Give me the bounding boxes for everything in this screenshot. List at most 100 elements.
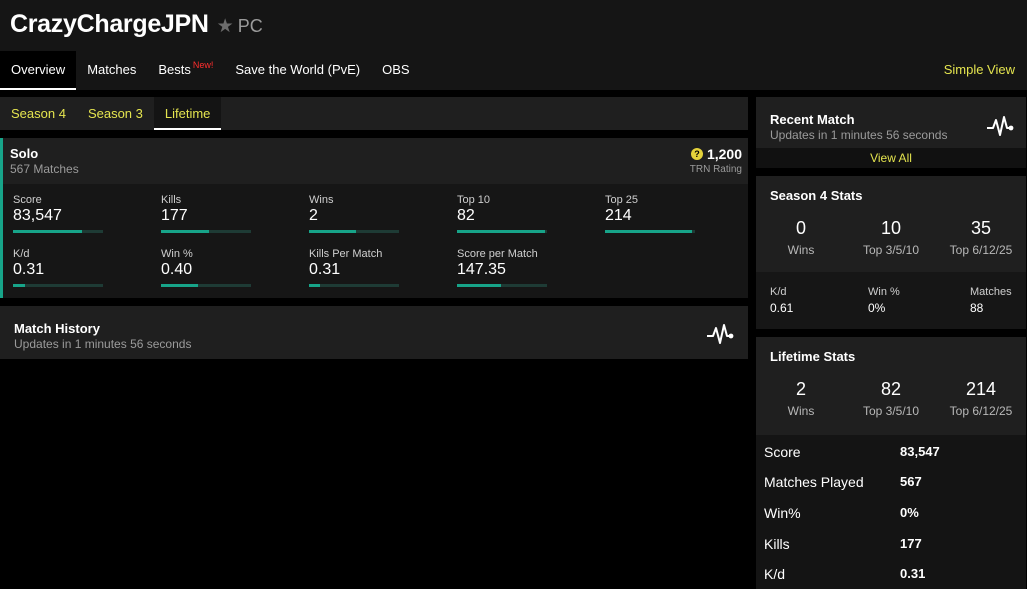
stat-top-25: Top 25 214 [605, 194, 715, 233]
lifetime-row-value: 0.31 [900, 566, 926, 581]
stat-bar [13, 230, 103, 233]
lifetime-row-matches-played: Matches Played 567 [764, 474, 922, 490]
small-stat-label: Matches [970, 286, 1012, 298]
season-4-stats-card: Season 4 Stats 0 Wins 10 Top 3/5/10 35 T… [756, 176, 1026, 329]
stat-bar-fill [13, 230, 83, 233]
big-stat-value: 10 [880, 218, 902, 238]
stat-label: Top 25 [605, 194, 639, 206]
stat-bar [13, 284, 103, 287]
star-icon[interactable]: ★ [217, 15, 234, 38]
stat-value: 82 [457, 207, 475, 224]
tab-season-3[interactable]: Season 3 [77, 97, 154, 130]
stat-kills: Kills 177 [161, 194, 271, 233]
trn-rating: ? 1,200 TRN Rating [690, 146, 742, 175]
stat-bar-fill [161, 230, 209, 233]
stat-bar-fill [457, 230, 546, 233]
stat-label: Kills [161, 194, 182, 206]
nav-overview[interactable]: Overview [0, 51, 77, 90]
small-stat-value: 0.61 [770, 301, 794, 315]
big-stat-label: Wins [787, 243, 815, 257]
profile-page: CrazyChargeJPN ★ PC Overview Matches Bes… [0, 0, 1027, 589]
recent-match-title: Recent Match [770, 112, 855, 127]
season-tabs: Season 4 Season 3 Lifetime [0, 97, 748, 130]
trn-rating-value: 1,200 [706, 146, 742, 162]
big-stat-label: Top 3/5/10 [862, 404, 920, 418]
stat-bar-fill [161, 284, 198, 287]
lifetime-row-value: 83,547 [900, 444, 940, 459]
lifetime-row-score: Score 83,547 [764, 444, 940, 460]
nav-bests[interactable]: Bests New! [147, 51, 224, 90]
stat-value: 147.35 [457, 261, 506, 278]
stat-label: Top 10 [457, 194, 491, 206]
platform-label: PC [237, 16, 263, 36]
stat-value: 0.31 [309, 261, 341, 278]
view-all-button[interactable]: View All [756, 148, 1026, 168]
match-history-title: Match History [14, 321, 100, 336]
lifetime-stats-list: Score 83,547 Matches Played 567 Win% 0% Kil… [756, 435, 1026, 589]
recent-match-card: Recent Match Updates in 1 minutes 56 sec… [756, 97, 1026, 168]
match-history-card[interactable]: Match History Updates in 1 minutes 56 se… [0, 306, 748, 359]
nav-bests-label: Bests [158, 62, 191, 77]
stat-label: Win % [161, 248, 193, 260]
nav-overview-label: Overview [11, 62, 66, 77]
stat-bar [605, 230, 695, 233]
season-4-big-stats: 0 Wins 10 Top 3/5/10 35 Top 6/12/25 [756, 212, 1026, 272]
simple-view-link[interactable]: Simple View [944, 62, 1015, 77]
stat-bar-fill [457, 284, 502, 287]
stat-bar [457, 284, 547, 287]
big-stat-value: 82 [880, 379, 902, 399]
new-badge: New! [192, 60, 214, 70]
big-stat-label: Top 3/5/10 [862, 243, 920, 257]
solo-header: Solo 567 Matches ? 1,200 TRN Rating [3, 138, 748, 184]
lifetime-row-value: 567 [900, 474, 922, 489]
stat-bar-fill [605, 230, 693, 233]
nav-obs[interactable]: OBS [371, 51, 420, 90]
small-stat-kd: K/d 0.61 [770, 286, 793, 315]
pulse-icon [707, 324, 734, 344]
stat-score: Score 83,547 [13, 194, 123, 233]
solo-card: Solo 567 Matches ? 1,200 TRN Rating Scor… [0, 138, 748, 298]
small-stat-win-percent: Win % 0% [868, 286, 900, 315]
small-stat-value: 0% [868, 301, 886, 315]
big-stat-value: 0 [795, 218, 806, 238]
big-stat-label: Top 6/12/25 [949, 404, 1013, 418]
big-stat-label: Top 6/12/25 [949, 243, 1013, 257]
stat-kills-per-match: Kills Per Match 0.31 [309, 248, 419, 287]
stat-kd: K/d 0.31 [13, 248, 123, 287]
big-stat: 10 Top 3/5/10 [846, 212, 936, 272]
big-stat: 35 Top 6/12/25 [936, 212, 1026, 272]
lifetime-stats-card: Lifetime Stats 2 Wins 82 Top 3/5/10 214 … [756, 337, 1026, 589]
nav-save-the-world[interactable]: Save the World (PvE) [224, 51, 371, 90]
trn-rating-label: TRN Rating [689, 164, 742, 175]
stat-bar [161, 230, 251, 233]
big-stat-label: Wins [787, 404, 815, 418]
stat-bar [309, 284, 399, 287]
stat-bar-fill [13, 284, 25, 287]
nav-matches[interactable]: Matches [76, 51, 147, 90]
trn-rating-value-row: ? 1,200 [690, 146, 742, 162]
small-stat-label: Win % [868, 286, 900, 298]
lifetime-row-label: Kills [764, 536, 790, 552]
trn-rating-icon[interactable]: ? [690, 148, 703, 160]
profile-header: CrazyChargeJPN ★ PC Overview Matches Bes… [0, 0, 1027, 90]
big-stat-value: 2 [795, 379, 806, 399]
stat-label: Score [13, 194, 42, 206]
big-stat: 214 Top 6/12/25 [936, 373, 1026, 433]
stat-label: K/d [13, 248, 30, 260]
lifetime-row-label: Win% [764, 505, 801, 521]
big-stat-value: 214 [965, 379, 997, 399]
small-stat-label: K/d [770, 286, 787, 298]
big-stat-value: 35 [970, 218, 992, 238]
pulse-icon [987, 116, 1014, 136]
lifetime-row-label: Matches Played [764, 474, 864, 490]
big-stat: 0 Wins [756, 212, 846, 272]
tab-lifetime[interactable]: Lifetime [153, 97, 222, 130]
stat-score-per-match: Score per Match 147.35 [457, 248, 567, 287]
nav-save-the-world-label: Save the World (PvE) [235, 62, 361, 77]
tab-season-4[interactable]: Season 4 [0, 97, 77, 130]
nav-matches-label: Matches [87, 62, 137, 77]
big-stat: 82 Top 3/5/10 [846, 373, 936, 433]
lifetime-big-stats: 2 Wins 82 Top 3/5/10 214 Top 6/12/25 [756, 373, 1026, 433]
stat-bar-fill [309, 284, 320, 287]
profile-nav: Overview Matches Bests New! Save the Worl… [0, 51, 421, 90]
